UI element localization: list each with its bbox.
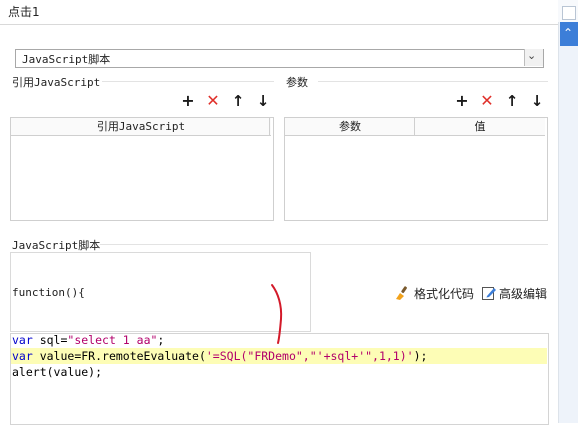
column-divider (269, 118, 270, 135)
brush-icon (394, 285, 410, 304)
move-down-ref-button[interactable]: ↓ (255, 93, 271, 109)
dialog-title: 点击1 (8, 5, 40, 19)
code-line-1: var sql="select 1 aa"; (12, 333, 165, 347)
chevron-down-icon: ⌄ (527, 49, 537, 62)
ref-js-column-header[interactable]: 引用JavaScript (11, 118, 271, 136)
params-section-label: 参数 (286, 76, 308, 89)
param-name-column-header[interactable]: 参数 (285, 118, 415, 136)
advanced-edit-button[interactable]: 高级编辑 (499, 285, 547, 302)
side-tab-icon[interactable] (562, 6, 576, 20)
ref-js-section-label: 引用JavaScript (12, 76, 101, 89)
move-up-param-button[interactable]: ↑ (504, 93, 520, 109)
code-line-2: var value=FR.remoteEvaluate('=SQL("FRDem… (12, 349, 428, 363)
dialog-title-bar (0, 0, 558, 25)
delete-param-button[interactable]: ✕ (479, 93, 495, 109)
chevron-up-icon: ⌃ (563, 26, 574, 40)
move-down-param-button[interactable]: ↓ (529, 93, 545, 109)
add-param-button[interactable]: + (454, 93, 470, 109)
red-annotation-mark (270, 283, 290, 348)
script-type-value: JavaScript脚本 (22, 53, 111, 66)
delete-ref-button[interactable]: ✕ (205, 93, 221, 109)
ref-js-section-divider (102, 81, 274, 82)
edit-icon (481, 285, 497, 304)
js-script-section-divider (100, 244, 548, 245)
format-code-button[interactable]: 格式化代码 (414, 285, 474, 302)
js-script-section-label: JavaScript脚本 (12, 239, 101, 252)
function-header-text: function(){ (12, 286, 85, 299)
params-section-divider (318, 81, 548, 82)
code-line-3: alert(value); (12, 365, 103, 379)
add-ref-button[interactable]: + (180, 93, 196, 109)
side-panel-strip (558, 0, 578, 423)
move-up-ref-button[interactable]: ↑ (230, 93, 246, 109)
param-value-column-header[interactable]: 值 (415, 118, 545, 136)
